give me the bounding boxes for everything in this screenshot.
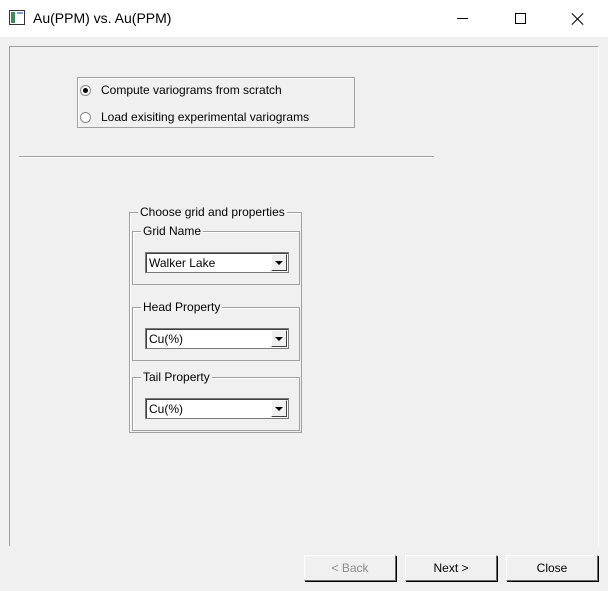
close-icon (571, 12, 585, 26)
head-property-label: Head Property (141, 300, 223, 314)
compute-from-scratch-option[interactable]: Compute variograms from scratch (80, 80, 282, 100)
back-button[interactable]: < Back (304, 555, 396, 581)
load-existing-option[interactable]: Load exisiting experimental variograms (80, 107, 309, 127)
tail-property-dropdown[interactable]: Cu(%) (145, 398, 289, 419)
tail-property-group: Tail Property Cu(%) (132, 370, 300, 431)
compute-from-scratch-label: Compute variograms from scratch (101, 83, 282, 97)
tail-property-value: Cu(%) (149, 402, 184, 416)
grid-name-dropdown[interactable]: Walker Lake (145, 252, 289, 273)
close-window-button[interactable] (550, 0, 606, 37)
grid-name-group: Grid Name Walker Lake (132, 224, 300, 285)
variogram-wizard-window: Au(PPM) vs. Au(PPM) Compute variograms f… (0, 0, 608, 591)
dropdown-arrow-button[interactable] (271, 400, 287, 417)
mode-radio-group: Compute variograms from scratch Load exi… (77, 77, 355, 128)
horizontal-separator (19, 156, 434, 158)
radio-button-unchecked[interactable] (80, 111, 91, 123)
next-button[interactable]: Next > (405, 555, 497, 581)
load-existing-label: Load exisiting experimental variograms (101, 110, 310, 124)
chevron-down-icon (275, 407, 283, 411)
head-property-group: Head Property Cu(%) (132, 300, 300, 361)
tail-property-label: Tail Property (141, 370, 212, 384)
grid-name-label: Grid Name (141, 224, 204, 238)
grid-name-value: Walker Lake (149, 256, 216, 270)
dropdown-arrow-button[interactable] (271, 254, 287, 271)
grid-properties-title: Choose grid and properties (138, 205, 287, 219)
minimize-icon (456, 18, 468, 19)
radio-button-checked[interactable] (80, 84, 91, 96)
app-window-icon (9, 10, 25, 25)
minimize-button[interactable] (434, 0, 490, 37)
close-button[interactable]: Close (506, 555, 598, 581)
chevron-down-icon (275, 261, 283, 265)
dropdown-arrow-button[interactable] (271, 330, 287, 347)
maximize-button[interactable] (492, 0, 548, 37)
title-bar: Au(PPM) vs. Au(PPM) (0, 0, 608, 37)
chevron-down-icon (275, 337, 283, 341)
head-property-dropdown[interactable]: Cu(%) (145, 328, 289, 349)
head-property-value: Cu(%) (149, 332, 184, 346)
window-title: Au(PPM) vs. Au(PPM) (33, 10, 172, 26)
maximize-icon (514, 13, 526, 24)
